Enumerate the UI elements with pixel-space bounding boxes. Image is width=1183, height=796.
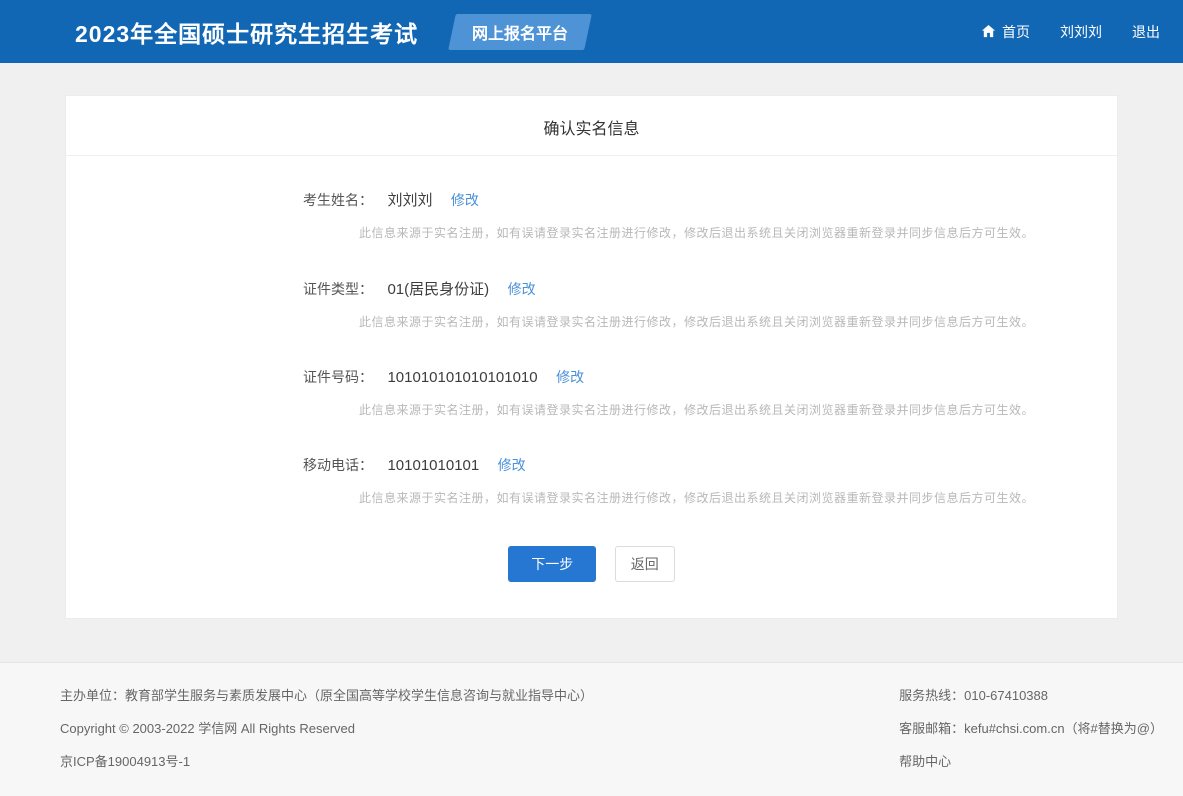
header-left: 2023年全国硕士研究生招生考试 网上报名平台	[75, 14, 588, 50]
header: 2023年全国硕士研究生招生考试 网上报名平台 首页 刘刘刘 退出	[0, 0, 1183, 63]
footer-copyright: Copyright © 2003-2022 学信网 All Rights Res…	[60, 719, 593, 738]
page-title: 确认实名信息	[66, 96, 1117, 156]
header-nav: 首页 刘刘刘 退出	[951, 22, 1160, 42]
cert-type-note: 此信息来源于实名注册，如有误请登录实名注册进行修改，修改后退出系统且关闭浏览器重…	[359, 313, 1117, 330]
footer-organizer: 主办单位：教育部学生服务与素质发展中心（原全国高等学校学生信息咨询与就业指导中心…	[60, 686, 593, 705]
cert-number-label: 证件号码：	[303, 369, 373, 385]
footer-icp: 京ICP备19004913号-1	[60, 752, 593, 771]
field-row-mobile: 移动电话： 10101010101 修改 此信息来源于实名注册，如有误请登录实名…	[303, 455, 1117, 506]
candidate-name-label: 考生姓名：	[303, 192, 373, 208]
nav-home-label: 首页	[1002, 22, 1030, 42]
site-title: 2023年全国硕士研究生招生考试	[75, 15, 418, 49]
modify-name-link[interactable]: 修改	[451, 192, 479, 208]
cert-type-value: 01(居民身份证)	[387, 281, 489, 298]
cert-type-label: 证件类型：	[303, 281, 373, 297]
platform-badge: 网上报名平台	[448, 14, 592, 50]
form-actions: 下一步 返回	[66, 543, 1117, 618]
candidate-name-value: 刘刘刘	[387, 192, 432, 209]
field-row-cert-type: 证件类型： 01(居民身份证) 修改 此信息来源于实名注册，如有误请登录实名注册…	[303, 278, 1117, 330]
mobile-note: 此信息来源于实名注册，如有误请登录实名注册进行修改，修改后退出系统且关闭浏览器重…	[359, 489, 1117, 506]
footer-email: 客服邮箱：kefu#chsi.com.cn（将#替换为@）	[899, 719, 1163, 738]
mobile-label: 移动电话：	[303, 457, 373, 473]
field-row-candidate-name: 考生姓名： 刘刘刘 修改 此信息来源于实名注册，如有误请登录实名注册进行修改，修…	[303, 189, 1117, 241]
next-step-button[interactable]: 下一步	[508, 546, 596, 582]
back-button[interactable]: 返回	[615, 546, 675, 582]
modify-cert-type-link[interactable]: 修改	[508, 281, 536, 297]
mobile-value: 10101010101	[387, 457, 479, 474]
modify-mobile-link[interactable]: 修改	[498, 457, 526, 473]
field-row-cert-number: 证件号码： 101010101010101010 修改 此信息来源于实名注册，如…	[303, 367, 1117, 418]
modify-cert-number-link[interactable]: 修改	[556, 369, 584, 385]
candidate-name-note: 此信息来源于实名注册，如有误请登录实名注册进行修改，修改后退出系统且关闭浏览器重…	[359, 224, 1117, 241]
platform-badge-label: 网上报名平台	[472, 20, 568, 44]
footer-right-column: 服务热线：010-67410388 客服邮箱：kefu#chsi.com.cn（…	[899, 686, 1163, 785]
confirm-info-card: 确认实名信息 考生姓名： 刘刘刘 修改 此信息来源于实名注册，如有误请登录实名注…	[65, 95, 1118, 619]
footer-left-column: 主办单位：教育部学生服务与素质发展中心（原全国高等学校学生信息咨询与就业指导中心…	[60, 686, 593, 785]
realname-info-form: 考生姓名： 刘刘刘 修改 此信息来源于实名注册，如有误请登录实名注册进行修改，修…	[66, 156, 1117, 506]
footer: 主办单位：教育部学生服务与素质发展中心（原全国高等学校学生信息咨询与就业指导中心…	[0, 662, 1183, 796]
nav-home-link[interactable]: 首页	[981, 22, 1030, 42]
cert-number-note: 此信息来源于实名注册，如有误请登录实名注册进行修改，修改后退出系统且关闭浏览器重…	[359, 401, 1117, 418]
home-icon	[981, 24, 996, 39]
help-center-link[interactable]: 帮助中心	[899, 754, 951, 769]
nav-username[interactable]: 刘刘刘	[1060, 22, 1102, 42]
cert-number-value: 101010101010101010	[387, 369, 537, 386]
footer-hotline: 服务热线：010-67410388	[899, 686, 1163, 705]
nav-logout-link[interactable]: 退出	[1132, 22, 1160, 42]
